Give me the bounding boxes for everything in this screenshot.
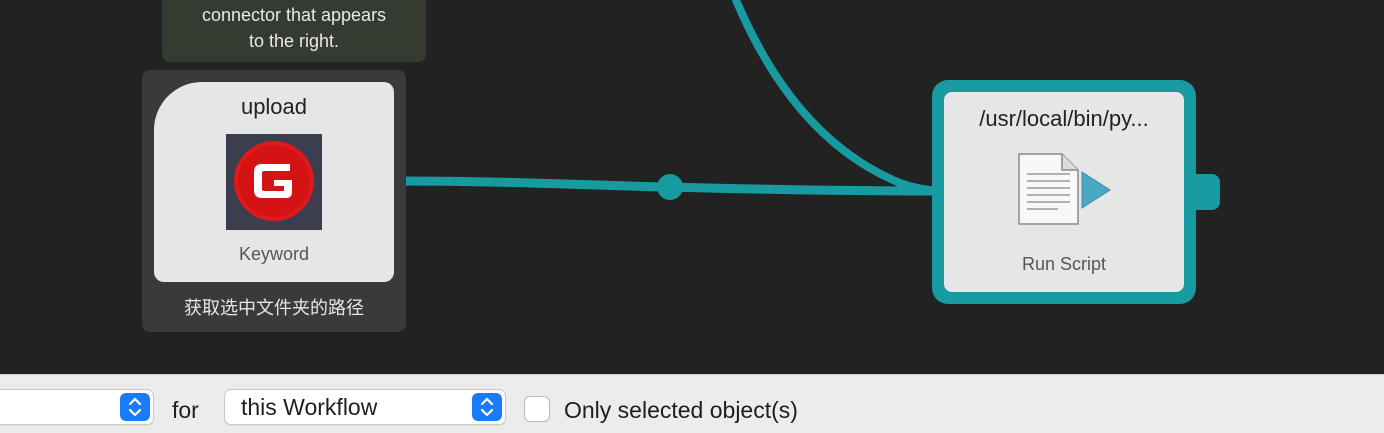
incoming-connection-curve[interactable] (732, 0, 944, 195)
filter-select[interactable] (0, 389, 154, 425)
note-line-2: to the right. (248, 31, 340, 51)
keyword-node-type: Keyword (238, 244, 310, 264)
bottom-toolbar: for this Workflow Only selected object(s… (0, 374, 1384, 433)
keyword-node[interactable]: upload Keyword (154, 82, 394, 282)
chevron-up-down-icon (120, 393, 150, 421)
output-connector-handle[interactable] (1194, 174, 1220, 210)
note-text: connector that appears to the right. (162, 2, 426, 54)
chevron-up-down-icon (472, 393, 502, 421)
scope-select-value: this Workflow (241, 394, 378, 420)
scope-select[interactable]: this Workflow (224, 389, 506, 425)
run-script-node-type: Run Script (1021, 254, 1107, 274)
workflow-canvas[interactable]: connector that appears to the right. upl… (0, 0, 1384, 374)
keyword-node-title: upload (240, 94, 308, 119)
keyword-node-description: 获取选中文件夹的路径 (184, 298, 364, 318)
for-label: for (172, 397, 199, 423)
run-script-node-title: /usr/local/bin/py... (979, 106, 1149, 131)
note-line-1: connector that appears (201, 5, 387, 25)
script-document-icon (1014, 150, 1114, 235)
sticky-note[interactable]: connector that appears to the right. (162, 0, 426, 62)
run-script-node[interactable]: /usr/local/bin/py... Run Script (944, 92, 1184, 292)
connection-midpoint-handle[interactable] (657, 174, 683, 200)
only-selected-label[interactable]: Only selected object(s) (564, 397, 798, 424)
only-selected-checkbox[interactable] (524, 396, 550, 422)
g-logo-icon (226, 134, 322, 230)
